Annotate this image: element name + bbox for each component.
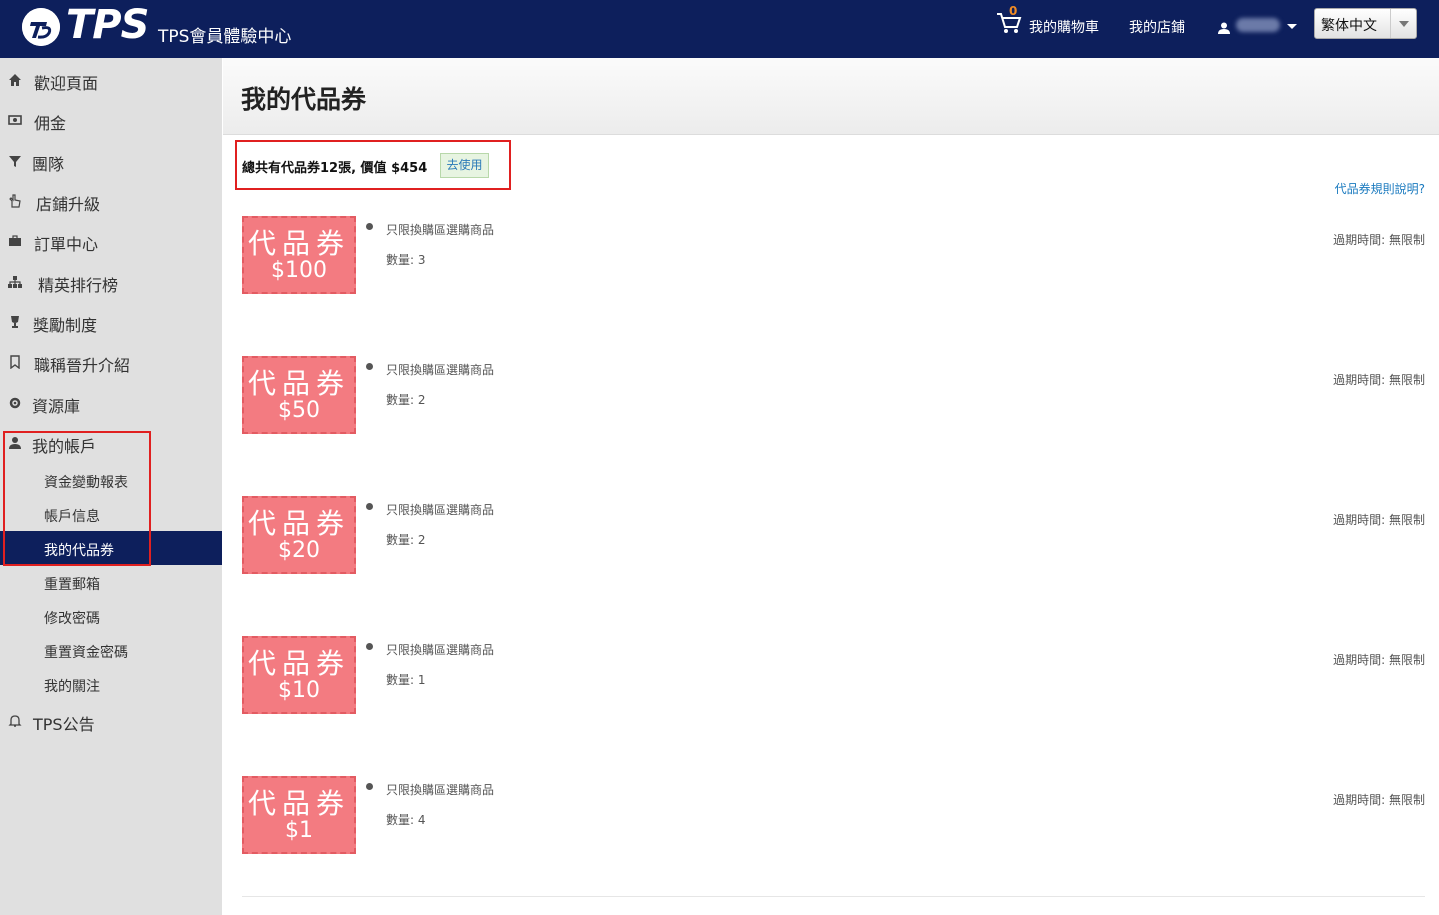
sitemap-icon xyxy=(8,274,22,288)
highlight-box-account xyxy=(3,431,151,566)
voucher-word: 代品券 xyxy=(247,787,350,820)
logo-text[interactable]: TPS xyxy=(66,2,149,48)
sidebar-item-leaderboard[interactable]: 精英排行榜 xyxy=(0,261,222,301)
voucher-description: 只限換購區選購商品 xyxy=(386,503,495,517)
voucher-amount: $20 xyxy=(278,538,320,563)
bell-icon xyxy=(8,713,22,727)
sidebar-item-label: 精英排行榜 xyxy=(38,276,119,295)
voucher-quantity: 數量: 3 xyxy=(386,253,426,267)
voucher-word: 代品券 xyxy=(247,507,350,540)
sidebar-subitem-reset-fund-password[interactable]: 重置資金密碼 xyxy=(0,633,222,667)
voucher-word: 代品券 xyxy=(247,367,350,400)
page-header: 我的代品券 xyxy=(223,58,1439,135)
bullet-icon xyxy=(366,363,373,370)
bullet-icon xyxy=(366,643,373,650)
voucher-expiry: 過期時間: 無限制 xyxy=(1333,653,1425,667)
cart-link[interactable]: 我的購物車 xyxy=(1029,17,1099,37)
sidebar-item-label: 獎勵制度 xyxy=(33,316,98,335)
voucher-word: 代品券 xyxy=(247,227,350,260)
sidebar-item-resources[interactable]: 資源庫 xyxy=(0,382,222,422)
voucher-description: 只限換購區選購商品 xyxy=(386,363,495,377)
voucher-summary: 總共有代品券12張, 價值 $454 xyxy=(242,161,428,176)
language-select[interactable]: 繁体中文 xyxy=(1314,8,1417,39)
voucher-expiry: 過期時間: 無限制 xyxy=(1333,233,1425,247)
sidebar-item-label: TPS公告 xyxy=(33,715,95,734)
voucher-word: 代品券 xyxy=(247,647,350,680)
voucher-expiry: 過期時間: 無限制 xyxy=(1333,793,1425,807)
sidebar-item-promotion[interactable]: 職稱晉升介紹 xyxy=(0,341,222,381)
top-header: TPS TPS會員體驗中心 0 我的購物車 我的店鋪 繁体中文 xyxy=(0,0,1439,58)
voucher-card: 代品券 $1 xyxy=(242,776,356,854)
sidebar-subitem-change-password[interactable]: 修改密碼 xyxy=(0,599,222,633)
page-title: 我的代品券 xyxy=(241,85,367,114)
sidebar-subitem-my-follows[interactable]: 我的關注 xyxy=(0,667,222,701)
sidebar-item-label: 資源庫 xyxy=(32,397,81,416)
go-use-button[interactable]: 去使用 xyxy=(440,153,489,178)
voucher-expiry: 過期時間: 無限制 xyxy=(1333,513,1425,527)
briefcase-icon xyxy=(8,233,22,247)
voucher-card: 代品券 $50 xyxy=(242,356,356,434)
user-name-blurred[interactable] xyxy=(1236,18,1280,32)
voucher-description: 只限換購區選購商品 xyxy=(386,223,495,237)
voucher-card: 代品券 $100 xyxy=(242,216,356,294)
hand-pointer-icon xyxy=(8,193,22,208)
site-subtitle: TPS會員體驗中心 xyxy=(158,27,292,47)
sidebar-subitem-label: 我的關注 xyxy=(44,679,100,695)
sidebar-subitem-label: 修改密碼 xyxy=(44,611,100,627)
home-icon xyxy=(8,72,22,86)
sidebar-item-welcome[interactable]: 歡迎頁面 xyxy=(0,59,222,99)
voucher-amount: $50 xyxy=(278,398,320,423)
filter-icon xyxy=(8,153,22,167)
voucher-quantity: 數量: 2 xyxy=(386,393,426,407)
sidebar-item-announcements[interactable]: TPS公告 xyxy=(0,700,222,740)
voucher-expiry: 過期時間: 無限制 xyxy=(1333,373,1425,387)
sidebar-item-label: 訂單中心 xyxy=(34,235,99,254)
divider xyxy=(242,896,1425,897)
bookmark-icon xyxy=(8,354,22,370)
my-store-link[interactable]: 我的店鋪 xyxy=(1129,17,1185,37)
sidebar-item-label: 團隊 xyxy=(32,155,65,174)
voucher-amount: $10 xyxy=(278,678,320,703)
sidebar-subitem-label: 重置資金密碼 xyxy=(44,645,128,661)
sidebar-item-rewards[interactable]: 獎勵制度 xyxy=(0,301,222,341)
bullet-icon xyxy=(366,223,373,230)
sidebar-item-store-upgrade[interactable]: 店鋪升級 xyxy=(0,180,222,220)
sidebar-subitem-label: 重置郵箱 xyxy=(44,577,100,593)
voucher-amount: $100 xyxy=(271,258,327,283)
trophy-icon xyxy=(8,314,22,328)
logo-icon[interactable] xyxy=(22,8,60,46)
sidebar-item-label: 佣金 xyxy=(34,114,67,133)
user-icon[interactable] xyxy=(1218,19,1230,34)
voucher-card: 代品券 $20 xyxy=(242,496,356,574)
voucher-description: 只限換購區選購商品 xyxy=(386,783,495,797)
voucher-description: 只限換購區選購商品 xyxy=(386,643,495,657)
bullet-icon xyxy=(366,783,373,790)
voucher-amount: $1 xyxy=(285,818,313,843)
chevron-down-icon[interactable] xyxy=(1390,9,1416,38)
sidebar-item-team[interactable]: 團隊 xyxy=(0,140,222,180)
bullet-icon xyxy=(366,503,373,510)
user-dropdown-caret-icon[interactable] xyxy=(1287,24,1297,29)
voucher-quantity: 數量: 4 xyxy=(386,813,426,827)
sidebar-item-commission[interactable]: 佣金 xyxy=(0,99,222,139)
sidebar-item-label: 職稱晉升介紹 xyxy=(34,356,131,375)
voucher-rules-link[interactable]: 代品券規則說明? xyxy=(1335,180,1425,197)
money-icon xyxy=(8,112,22,126)
language-value: 繁体中文 xyxy=(1321,18,1377,34)
cart-count-badge: 0 xyxy=(1009,4,1018,18)
sidebar-item-label: 店鋪升級 xyxy=(36,195,101,214)
sidebar-subitem-reset-email[interactable]: 重置郵箱 xyxy=(0,565,222,599)
gear-icon xyxy=(8,395,22,409)
voucher-quantity: 數量: 1 xyxy=(386,673,426,687)
voucher-quantity: 數量: 2 xyxy=(386,533,426,547)
voucher-card: 代品券 $10 xyxy=(242,636,356,714)
sidebar-item-order-center[interactable]: 訂單中心 xyxy=(0,220,222,260)
sidebar-item-label: 歡迎頁面 xyxy=(34,74,99,93)
